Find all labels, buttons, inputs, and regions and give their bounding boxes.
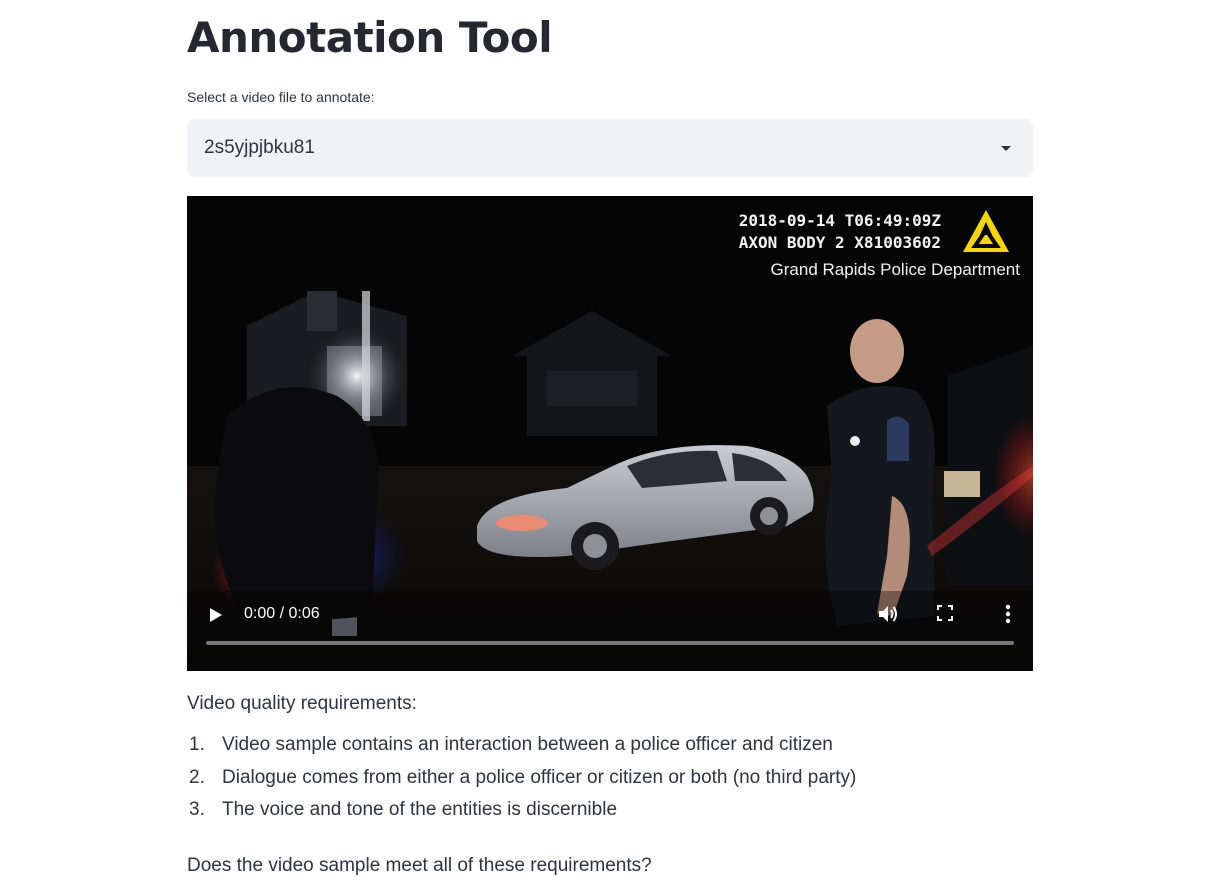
requirements-title: Video quality requirements: (187, 693, 417, 714)
list-item-number: 3. (189, 799, 205, 820)
requirements-list: 1. Video sample contains an interaction b… (187, 729, 856, 827)
list-item: 3. The voice and tone of the entities is … (187, 794, 856, 827)
more-vertical-icon[interactable] (1005, 604, 1011, 629)
video-file-select[interactable]: 2s5yjpjbku81 (187, 119, 1033, 177)
list-item: 1. Video sample contains an interaction b… (187, 729, 856, 762)
list-item-text: Dialogue comes from either a police offi… (222, 766, 857, 788)
time-display: 0:00 / 0:06 (244, 605, 320, 622)
list-item: 2. Dialogue comes from either a police of… (187, 762, 856, 795)
axon-triangle-logo (961, 208, 1011, 259)
chevron-down-icon[interactable] (1001, 146, 1011, 151)
list-item-text: Video sample contains an interaction bet… (222, 734, 833, 755)
video-player[interactable]: 2018-09-14 T06:49:09Z AXON BODY 2 X81003… (187, 196, 1033, 671)
page-title: Annotation Tool (187, 13, 553, 62)
video-progress-bar[interactable] (206, 641, 1014, 645)
volume-icon[interactable] (877, 603, 899, 630)
list-item-number: 1. (189, 734, 205, 755)
video-file-select-value: 2s5yjpjbku81 (204, 137, 315, 158)
video-controls: 0:00 / 0:06 (187, 591, 1033, 671)
fullscreen-icon[interactable] (936, 604, 954, 627)
video-timestamp-overlay: 2018-09-14 T06:49:09Z AXON BODY 2 X81003… (739, 210, 941, 254)
overlay-device: AXON BODY 2 X81003602 (738, 233, 941, 252)
list-item-text: The voice and tone of the entities is di… (222, 799, 618, 820)
requirements-question: Does the video sample meet all of these … (187, 855, 652, 876)
overlay-timestamp: 2018-09-14 T06:49:09Z (738, 211, 941, 230)
list-item-number: 2. (189, 766, 205, 788)
file-select-label: Select a video file to annotate: (187, 89, 375, 105)
play-icon[interactable] (209, 607, 223, 628)
overlay-department: Grand Rapids Police Department (770, 260, 1020, 279)
